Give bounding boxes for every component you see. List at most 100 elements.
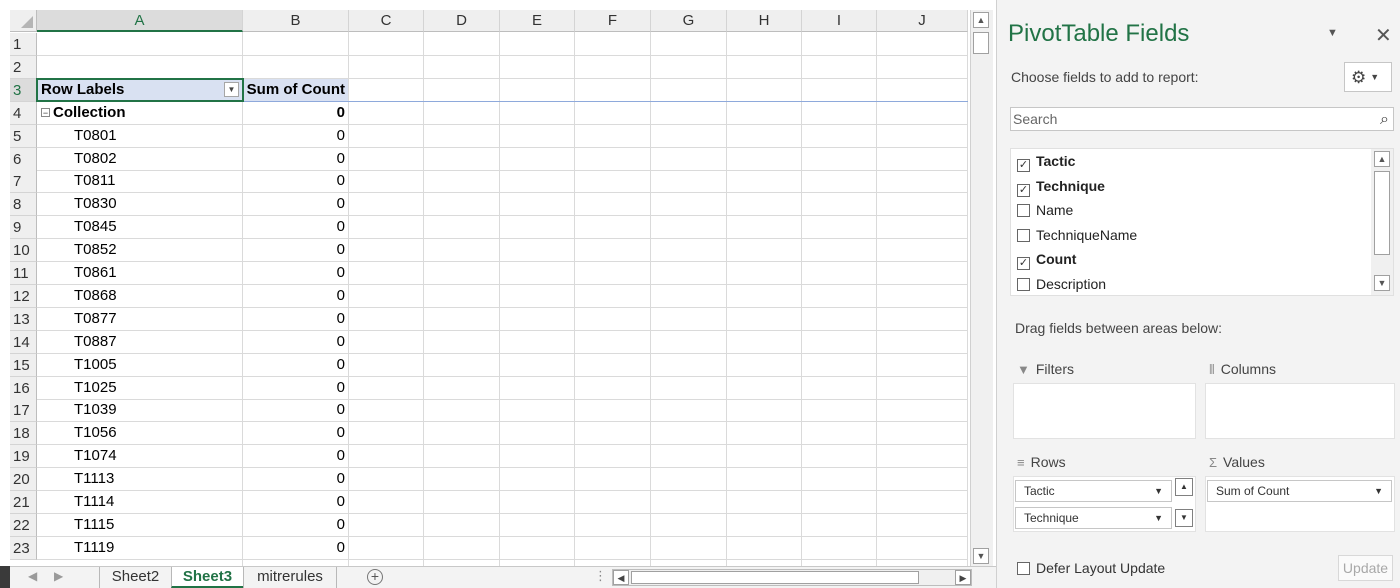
move-down-button[interactable]: ▼ [1175,509,1193,527]
row-header[interactable]: 13 [10,307,37,331]
field-scroll-thumb[interactable] [1374,171,1390,255]
column-header-h[interactable]: H [727,10,802,32]
cell-a[interactable]: T0801 [37,125,242,147]
tab-sheet3[interactable]: Sheet3 [171,567,243,588]
tools-gear-button[interactable]: ⚙ ▼ [1344,62,1392,92]
row-header[interactable]: 15 [10,353,37,377]
row-header[interactable]: 7 [10,170,37,194]
cell-b[interactable]: 0 [242,125,348,147]
cell-a[interactable]: T1005 [37,354,242,376]
cell-a[interactable]: T0861 [37,262,242,284]
next-sheet-icon[interactable]: ▶ [54,569,63,583]
field-item[interactable]: Description [1017,273,1106,295]
pane-options-chevron-icon[interactable]: ▼ [1327,27,1338,39]
chevron-down-icon[interactable]: ▼ [1374,481,1383,501]
field-item[interactable]: TechniqueName [1017,224,1137,246]
filters-area[interactable]: ▼ Filters [1013,355,1196,439]
cell-b[interactable]: 0 [242,422,348,444]
field-scroll-down-button[interactable]: ▼ [1374,275,1390,291]
close-icon[interactable]: ✕ [1375,23,1392,48]
cell-a[interactable]: T1074 [37,445,242,467]
vertical-scrollbar[interactable]: ▲ ▼ [970,10,993,566]
checkbox-checked-icon[interactable]: ✓ [1017,257,1030,270]
values-field-sum-of-count[interactable]: Sum of Count ▼ [1207,480,1392,502]
row-header[interactable]: 5 [10,124,37,148]
columns-drop-zone[interactable] [1205,383,1395,439]
cell-a[interactable]: T1119 [37,537,242,559]
column-header-c[interactable]: C [349,10,424,32]
column-header-i[interactable]: I [802,10,877,32]
cell-b[interactable]: 0 [242,537,348,559]
row-header[interactable]: 23 [10,536,37,560]
cell-b[interactable]: 0 [242,308,348,330]
move-up-button[interactable]: ▲ [1175,478,1193,496]
column-header-f[interactable]: F [575,10,651,32]
cell-b[interactable]: 0 [242,285,348,307]
cell-b[interactable]: 0 [242,354,348,376]
row-header[interactable]: 21 [10,491,37,514]
rows-field-technique[interactable]: Technique ▼ [1015,507,1172,529]
row-header[interactable]: 2 [10,55,37,79]
cell-b[interactable]: 0 [242,331,348,353]
scroll-left-button[interactable]: ◀ [613,570,629,585]
cell-b[interactable]: 0 [242,468,348,490]
column-header-d[interactable]: D [424,10,500,32]
checkbox-icon[interactable] [1017,228,1030,242]
collapse-icon[interactable]: − [41,107,50,117]
checkbox-icon[interactable] [1017,204,1030,217]
cell-a[interactable]: T0887 [37,331,242,353]
cell-a[interactable]: T0877 [37,308,242,330]
cell-a[interactable]: T1025 [37,377,242,399]
cell-b[interactable]: 0 [242,170,348,192]
add-sheet-icon[interactable]: + [367,569,383,585]
cell-a[interactable]: T1039 [37,399,242,421]
column-header-a[interactable]: A [37,10,243,32]
horizontal-scroll-thumb[interactable] [631,571,919,584]
cell-b[interactable]: 0 [242,377,348,399]
scroll-up-button[interactable]: ▲ [973,12,989,28]
cell-b[interactable]: 0 [242,399,348,421]
checkbox-icon[interactable] [1017,277,1030,291]
chevron-down-icon[interactable]: ▼ [1154,481,1163,501]
scroll-right-button[interactable]: ▶ [955,570,971,585]
column-header-j[interactable]: J [877,10,968,32]
row-header[interactable]: 20 [10,468,37,492]
cell-b[interactable]: 0 [242,445,348,467]
field-list-scrollbar[interactable]: ▲ ▼ [1371,149,1393,295]
field-item[interactable]: ✓ Technique [1017,175,1105,197]
cell-a[interactable]: T0868 [37,285,242,307]
horizontal-scrollbar[interactable]: ◀ ▶ [612,569,972,586]
cell-a[interactable] [37,33,242,55]
rows-field-tactic[interactable]: Tactic ▼ [1015,480,1172,502]
cell-b[interactable]: 0 [242,193,348,215]
row-header[interactable]: 10 [10,239,37,263]
row-header[interactable]: 18 [10,422,37,446]
row-header[interactable]: 4 [10,101,37,125]
tab-sheet2[interactable]: Sheet2 [99,567,171,588]
row-header[interactable]: 3 [10,78,37,102]
filters-drop-zone[interactable] [1013,383,1196,439]
cell-b[interactable]: 0 [242,491,348,513]
checkbox-checked-icon[interactable]: ✓ [1017,183,1030,197]
column-header-g[interactable]: G [651,10,727,32]
update-button[interactable]: Update [1338,555,1393,581]
cell-b[interactable]: 0 [242,216,348,238]
chevron-down-icon[interactable]: ▼ [1154,508,1163,528]
cell-a[interactable]: T0830 [37,193,242,215]
row-header[interactable]: 12 [10,284,37,308]
columns-area[interactable]: ⦀ Columns [1205,355,1395,439]
row-header[interactable]: 19 [10,445,37,469]
scroll-thumb[interactable] [973,32,989,54]
row-header[interactable]: 8 [10,193,37,217]
field-item[interactable]: ✓ Tactic [1017,150,1075,172]
cell-a[interactable]: T0852 [37,239,242,261]
tab-mitrerules[interactable]: mitrerules [243,567,337,588]
field-item[interactable]: ✓ Count [1017,248,1076,270]
defer-layout-checkbox[interactable]: Defer Layout Update [1017,560,1165,576]
row-header[interactable]: 9 [10,216,37,240]
cell-a[interactable]: T1115 [37,514,242,536]
cell-a[interactable]: T0802 [37,148,242,170]
cell-a[interactable]: T1114 [37,491,242,513]
scroll-down-button[interactable]: ▼ [973,548,989,564]
prev-sheet-icon[interactable]: ◀ [28,569,37,583]
